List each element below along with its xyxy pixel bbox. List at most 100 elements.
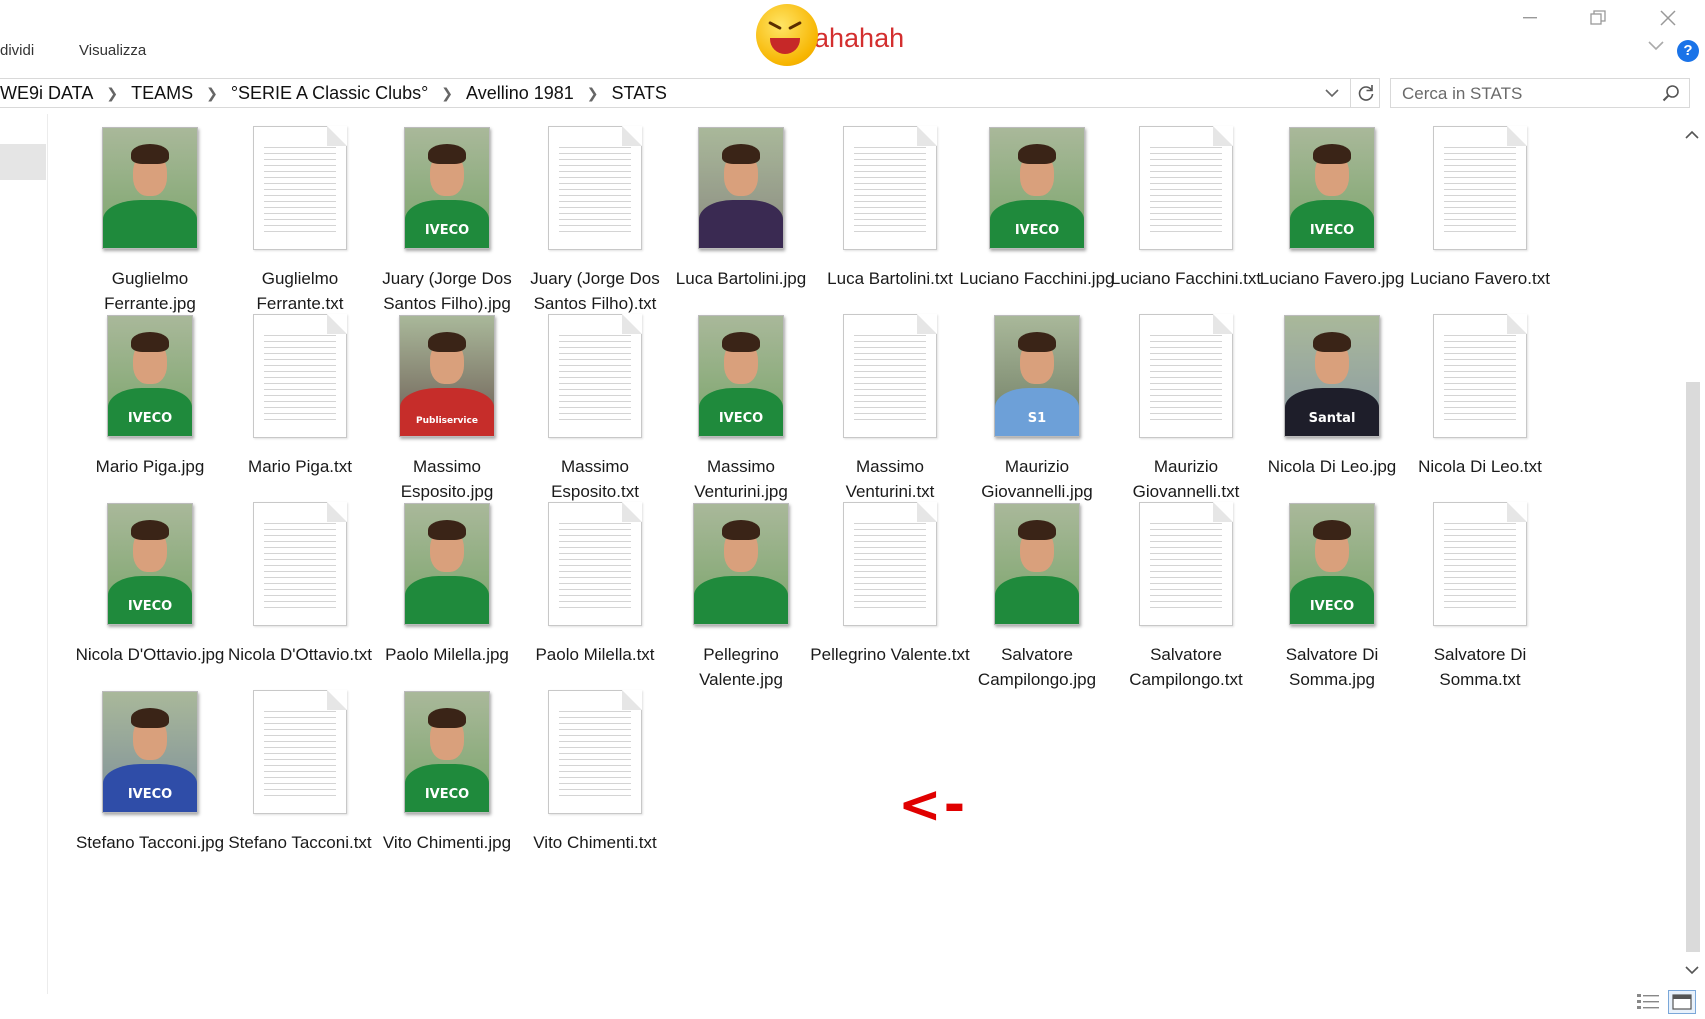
- minimize-icon: [1523, 17, 1537, 19]
- search-input[interactable]: Cerca in STATS: [1402, 84, 1522, 104]
- file-item[interactable]: IVECO Nicola D'Ottavio.jpg: [70, 490, 230, 686]
- player-photo: S1: [994, 315, 1080, 437]
- document-icon: [548, 690, 642, 814]
- close-button[interactable]: [1648, 4, 1688, 32]
- player-photo: IVECO: [1289, 127, 1375, 249]
- file-item[interactable]: Paolo Milella.txt: [515, 490, 675, 686]
- document-icon: [1139, 126, 1233, 250]
- text-file-icon: [1106, 122, 1266, 254]
- nav-selected-item[interactable]: [0, 144, 46, 180]
- file-item[interactable]: S1 Maurizio Giovannelli.jpg: [957, 302, 1117, 501]
- file-list: Guglielmo Ferrante.jpg Guglielmo Ferrante…: [50, 114, 1680, 994]
- help-icon[interactable]: ?: [1677, 40, 1699, 62]
- file-item[interactable]: Salvatore Campilongo.jpg: [957, 490, 1117, 689]
- large-icons-view-icon[interactable]: [1668, 990, 1696, 1014]
- image-thumbnail: IVECO: [1252, 122, 1412, 254]
- image-thumbnail: [367, 498, 527, 630]
- file-item[interactable]: Salvatore Campilongo.txt: [1106, 490, 1266, 689]
- document-icon: [1139, 314, 1233, 438]
- breadcrumb-item[interactable]: STATS: [612, 83, 667, 104]
- ribbon-tab-share[interactable]: dividi: [0, 42, 34, 59]
- minimize-button[interactable]: [1510, 4, 1550, 32]
- image-thumbnail: IVECO: [367, 686, 527, 818]
- chevron-right-icon[interactable]: ❯: [587, 85, 599, 102]
- title-bar: dividi Visualizza ahahah ?: [0, 0, 1705, 66]
- restore-button[interactable]: [1578, 4, 1618, 32]
- file-item[interactable]: Nicola Di Leo.txt: [1400, 302, 1560, 498]
- file-item[interactable]: Pellegrino Valente.txt: [810, 490, 970, 686]
- shirt-sponsor-label: IVECO: [1309, 223, 1355, 238]
- file-item[interactable]: Publiservice Massimo Esposito.jpg: [367, 302, 527, 501]
- file-item[interactable]: Pellegrino Valente.jpg: [661, 490, 821, 689]
- ribbon-tab-view[interactable]: Visualizza: [79, 42, 146, 59]
- close-icon: [1660, 10, 1676, 26]
- file-item[interactable]: Luciano Favero.txt: [1400, 114, 1560, 310]
- player-photo: [404, 503, 490, 625]
- file-name: Salvatore Di Somma.txt: [1433, 645, 1527, 689]
- shirt-sponsor-label: S1: [1027, 411, 1047, 426]
- file-item[interactable]: Salvatore Di Somma.txt: [1400, 490, 1560, 689]
- file-item[interactable]: Mario Piga.txt: [220, 302, 380, 498]
- search-icon[interactable]: [1661, 83, 1681, 103]
- vertical-scrollbar[interactable]: [1682, 120, 1702, 982]
- file-item[interactable]: Maurizio Giovannelli.txt: [1106, 302, 1266, 501]
- refresh-button[interactable]: [1350, 79, 1380, 107]
- player-photo: IVECO: [404, 691, 490, 813]
- chevron-right-icon[interactable]: ❯: [106, 85, 118, 102]
- breadcrumb-item[interactable]: °SERIE A Classic Clubs°: [231, 83, 428, 104]
- scroll-down-icon[interactable]: [1682, 960, 1702, 980]
- text-file-icon: [515, 686, 675, 818]
- file-name: Stefano Tacconi.txt: [228, 833, 372, 852]
- file-item[interactable]: Juary (Jorge Dos Santos Filho).txt: [515, 114, 675, 313]
- address-history-dropdown[interactable]: [1320, 81, 1344, 105]
- file-name: Mario Piga.txt: [248, 457, 352, 476]
- file-item[interactable]: Guglielmo Ferrante.txt: [220, 114, 380, 313]
- player-photo: IVECO: [1289, 503, 1375, 625]
- file-item[interactable]: Stefano Tacconi.txt: [220, 678, 380, 874]
- search-box[interactable]: Cerca in STATS: [1390, 78, 1690, 108]
- file-item[interactable]: IVECO Vito Chimenti.jpg: [367, 678, 527, 874]
- player-photo: [698, 127, 784, 249]
- file-item[interactable]: IVECO Luciano Favero.jpg: [1252, 114, 1412, 310]
- details-view-icon[interactable]: [1636, 992, 1660, 1012]
- file-name: Paolo Milella.txt: [535, 645, 655, 664]
- file-item[interactable]: IVECO Mario Piga.jpg: [70, 302, 230, 498]
- file-item[interactable]: Massimo Esposito.txt: [515, 302, 675, 501]
- file-item[interactable]: IVECO Stefano Tacconi.jpg: [70, 678, 230, 874]
- shirt-sponsor-label: IVECO: [127, 599, 173, 614]
- breadcrumb-item[interactable]: Avellino 1981: [466, 83, 574, 104]
- file-name: Luciano Favero.txt: [1410, 269, 1550, 288]
- document-icon: [1433, 314, 1527, 438]
- breadcrumb-item[interactable]: WE9i DATA: [0, 83, 93, 104]
- file-item[interactable]: Massimo Venturini.txt: [810, 302, 970, 501]
- file-item[interactable]: Nicola D'Ottavio.txt: [220, 490, 380, 686]
- file-item[interactable]: Paolo Milella.jpg: [367, 490, 527, 686]
- logo-text: ahahah: [814, 22, 905, 53]
- chevron-right-icon[interactable]: ❯: [441, 85, 453, 102]
- document-icon: [253, 314, 347, 438]
- text-file-icon: [1400, 498, 1560, 630]
- shirt-sponsor-label: IVECO: [1014, 223, 1060, 238]
- file-item[interactable]: Santal Nicola Di Leo.jpg: [1252, 302, 1412, 498]
- file-name: Nicola D'Ottavio.txt: [227, 645, 372, 664]
- file-item[interactable]: Vito Chimenti.txt: [515, 678, 675, 874]
- chevron-down-icon[interactable]: [1648, 38, 1664, 56]
- scrollbar-thumb[interactable]: [1686, 382, 1700, 952]
- file-item[interactable]: Guglielmo Ferrante.jpg: [70, 114, 230, 313]
- file-name: Nicola Di Leo.jpg: [1267, 457, 1397, 476]
- file-name: Luca Bartolini.txt: [827, 269, 953, 288]
- chevron-right-icon[interactable]: ❯: [206, 85, 218, 102]
- file-item[interactable]: Luca Bartolini.txt: [810, 114, 970, 310]
- image-thumbnail: Santal: [1252, 310, 1412, 442]
- file-item[interactable]: IVECO Juary (Jorge Dos Santos Filho).jpg: [367, 114, 527, 313]
- file-item[interactable]: Luca Bartolini.jpg: [661, 114, 821, 310]
- file-item[interactable]: IVECO Massimo Venturini.jpg: [661, 302, 821, 501]
- file-item[interactable]: Luciano Facchini.txt: [1106, 114, 1266, 310]
- image-thumbnail: IVECO: [70, 498, 230, 630]
- scroll-up-icon[interactable]: [1682, 124, 1702, 144]
- file-item[interactable]: IVECO Luciano Facchini.jpg: [957, 114, 1117, 310]
- breadcrumb-item[interactable]: TEAMS: [131, 83, 193, 104]
- file-name: Pellegrino Valente.jpg: [699, 645, 783, 689]
- address-bar[interactable]: WE9i DATA ❯ TEAMS ❯ °SERIE A Classic Clu…: [0, 78, 1380, 108]
- file-item[interactable]: IVECO Salvatore Di Somma.jpg: [1252, 490, 1412, 689]
